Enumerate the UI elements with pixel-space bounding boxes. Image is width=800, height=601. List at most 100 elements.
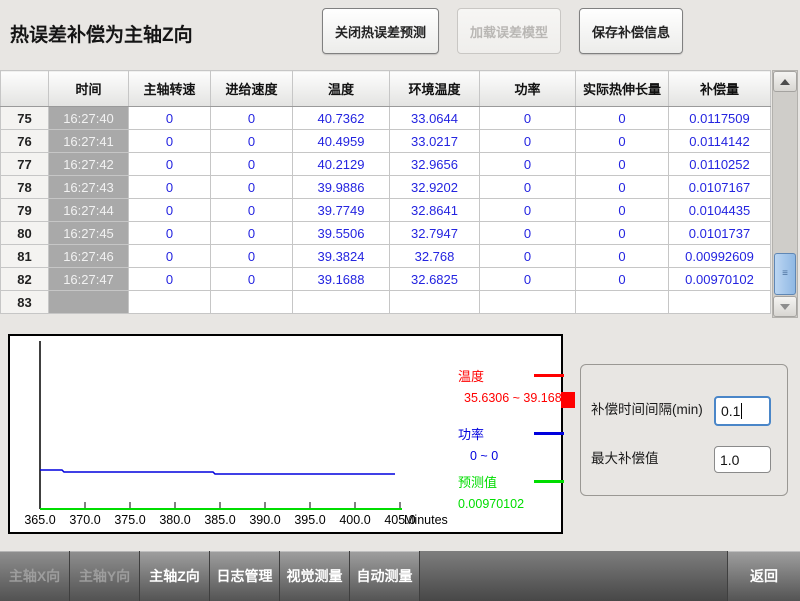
bottom-nav-bar: 主轴X向主轴Y向主轴Z向日志管理视觉测量自动测量 返回 — [0, 551, 800, 601]
data-cell: 0 — [129, 268, 211, 291]
column-header-0 — [1, 71, 49, 107]
data-cell — [211, 291, 293, 314]
nav-tab-主轴X向: 主轴X向 — [0, 551, 70, 601]
data-cell: 0 — [211, 107, 293, 130]
data-cell: 40.2129 — [293, 153, 390, 176]
x-tick-label: 385.0 — [204, 513, 235, 527]
data-cell: 0 — [129, 245, 211, 268]
row-number-cell: 81 — [1, 245, 49, 268]
data-cell: 39.1688 — [293, 268, 390, 291]
row-number-cell: 82 — [1, 268, 49, 291]
table-header-row: 时间主轴转速进给速度温度环境温度功率实际热伸长量补偿量 — [1, 71, 771, 107]
nav-items: 主轴X向主轴Y向主轴Z向日志管理视觉测量自动测量 — [0, 551, 420, 601]
table-row[interactable]: 83 — [1, 291, 771, 314]
scroll-down-button[interactable] — [773, 296, 797, 317]
back-button[interactable]: 返回 — [727, 551, 800, 601]
interval-input[interactable]: 0.1 — [714, 396, 771, 426]
time-cell: 16:27:44 — [49, 199, 129, 222]
interval-value: 0.1 — [721, 403, 740, 419]
column-header-5: 环境温度 — [390, 71, 480, 107]
column-header-1: 时间 — [49, 71, 129, 107]
data-cell: 0 — [480, 153, 576, 176]
legend-line-swatch — [534, 480, 564, 483]
data-cell — [480, 291, 576, 314]
power-line — [40, 470, 395, 474]
legend-entry-2: 预测值 0.00970102 — [458, 472, 564, 511]
data-cell: 32.768 — [390, 245, 480, 268]
row-number-cell: 76 — [1, 130, 49, 153]
scrollbar-thumb[interactable]: ≡ — [774, 253, 796, 295]
legend-series-value: 0 ~ 0 — [470, 449, 564, 463]
table-row[interactable]: 8216:27:470039.168832.6825000.00970102 — [1, 268, 771, 291]
legend-entry-0: 温度 35.6306 ~ 39.168 — [458, 366, 564, 405]
table-row[interactable]: 7816:27:430039.988632.9202000.0107167 — [1, 176, 771, 199]
header-button-2[interactable]: 保存补偿信息 — [579, 8, 683, 54]
table-row[interactable]: 7616:27:410040.495933.0217000.0114142 — [1, 130, 771, 153]
data-cell: 0 — [211, 268, 293, 291]
legend-series-name: 预测值 — [458, 472, 497, 491]
max-compensation-input[interactable]: 1.0 — [714, 446, 771, 473]
data-cell: 0 — [211, 176, 293, 199]
data-cell: 0.00970102 — [669, 268, 771, 291]
time-cell — [49, 291, 129, 314]
max-compensation-label: 最大补偿值 — [591, 447, 659, 467]
time-cell: 16:27:42 — [49, 153, 129, 176]
table-row[interactable]: 8116:27:460039.382432.768000.00992609 — [1, 245, 771, 268]
x-axis-label: Minutes — [404, 513, 448, 527]
data-cell: 0 — [211, 130, 293, 153]
data-cell — [576, 291, 669, 314]
thermal-compensation-screen: 热误差补偿为主轴Z向 关闭热误差预测加载误差模型保存补偿信息 时间主轴转速进给速… — [0, 0, 800, 601]
header-button-0[interactable]: 关闭热误差预测 — [322, 8, 439, 54]
data-cell: 0 — [129, 153, 211, 176]
data-cell: 0 — [211, 153, 293, 176]
data-cell: 0 — [211, 245, 293, 268]
nav-tab-自动测量[interactable]: 自动测量 — [350, 551, 420, 601]
time-cell: 16:27:40 — [49, 107, 129, 130]
interval-label: 补偿时间间隔(min) — [591, 398, 703, 418]
legend-series-value: 0.00970102 — [458, 497, 564, 511]
data-cell: 0 — [129, 199, 211, 222]
table-row[interactable]: 7716:27:420040.212932.9656000.0110252 — [1, 153, 771, 176]
data-cell: 0 — [129, 130, 211, 153]
chevron-down-icon — [780, 304, 790, 310]
x-tick-label: 370.0 — [69, 513, 100, 527]
legend-series-value: 35.6306 ~ 39.168 — [464, 391, 564, 405]
table-row[interactable]: 7916:27:440039.774932.8641000.0104435 — [1, 199, 771, 222]
row-number-cell: 77 — [1, 153, 49, 176]
data-cell: 32.9656 — [390, 153, 480, 176]
data-cell: 0.0114142 — [669, 130, 771, 153]
scroll-up-button[interactable] — [773, 71, 797, 92]
nav-tab-日志管理[interactable]: 日志管理 — [210, 551, 280, 601]
data-cell: 0 — [129, 107, 211, 130]
nav-tab-主轴Y向: 主轴Y向 — [70, 551, 140, 601]
data-cell: 0 — [480, 268, 576, 291]
row-number-cell: 83 — [1, 291, 49, 314]
time-cell: 16:27:46 — [49, 245, 129, 268]
text-caret — [741, 403, 742, 419]
x-tick-label: 380.0 — [159, 513, 190, 527]
data-cell: 0.0107167 — [669, 176, 771, 199]
legend-series-name: 温度 — [458, 366, 484, 385]
table-row[interactable]: 7516:27:400040.736233.0644000.0117509 — [1, 107, 771, 130]
data-cell: 0 — [576, 130, 669, 153]
legend-line-swatch — [534, 374, 564, 377]
compensation-settings-panel: 补偿时间间隔(min) 0.1 最大补偿值 1.0 — [580, 364, 788, 496]
data-cell: 0 — [576, 222, 669, 245]
x-tick-label: 375.0 — [114, 513, 145, 527]
data-cell: 0.0101737 — [669, 222, 771, 245]
data-cell: 39.7749 — [293, 199, 390, 222]
column-header-7: 实际热伸长量 — [576, 71, 669, 107]
data-cell: 39.9886 — [293, 176, 390, 199]
table-scrollbar[interactable]: ≡ — [772, 70, 798, 318]
data-cell: 33.0644 — [390, 107, 480, 130]
nav-tab-主轴Z向[interactable]: 主轴Z向 — [140, 551, 210, 601]
column-header-6: 功率 — [480, 71, 576, 107]
data-cell: 32.6825 — [390, 268, 480, 291]
data-cell: 0.0117509 — [669, 107, 771, 130]
nav-tab-视觉测量[interactable]: 视觉测量 — [280, 551, 350, 601]
data-cell: 0 — [480, 107, 576, 130]
table-row[interactable]: 8016:27:450039.550632.7947000.0101737 — [1, 222, 771, 245]
x-tick-label: 395.0 — [294, 513, 325, 527]
measurement-table: 时间主轴转速进给速度温度环境温度功率实际热伸长量补偿量 7516:27:4000… — [0, 70, 771, 314]
data-cell: 0 — [480, 199, 576, 222]
